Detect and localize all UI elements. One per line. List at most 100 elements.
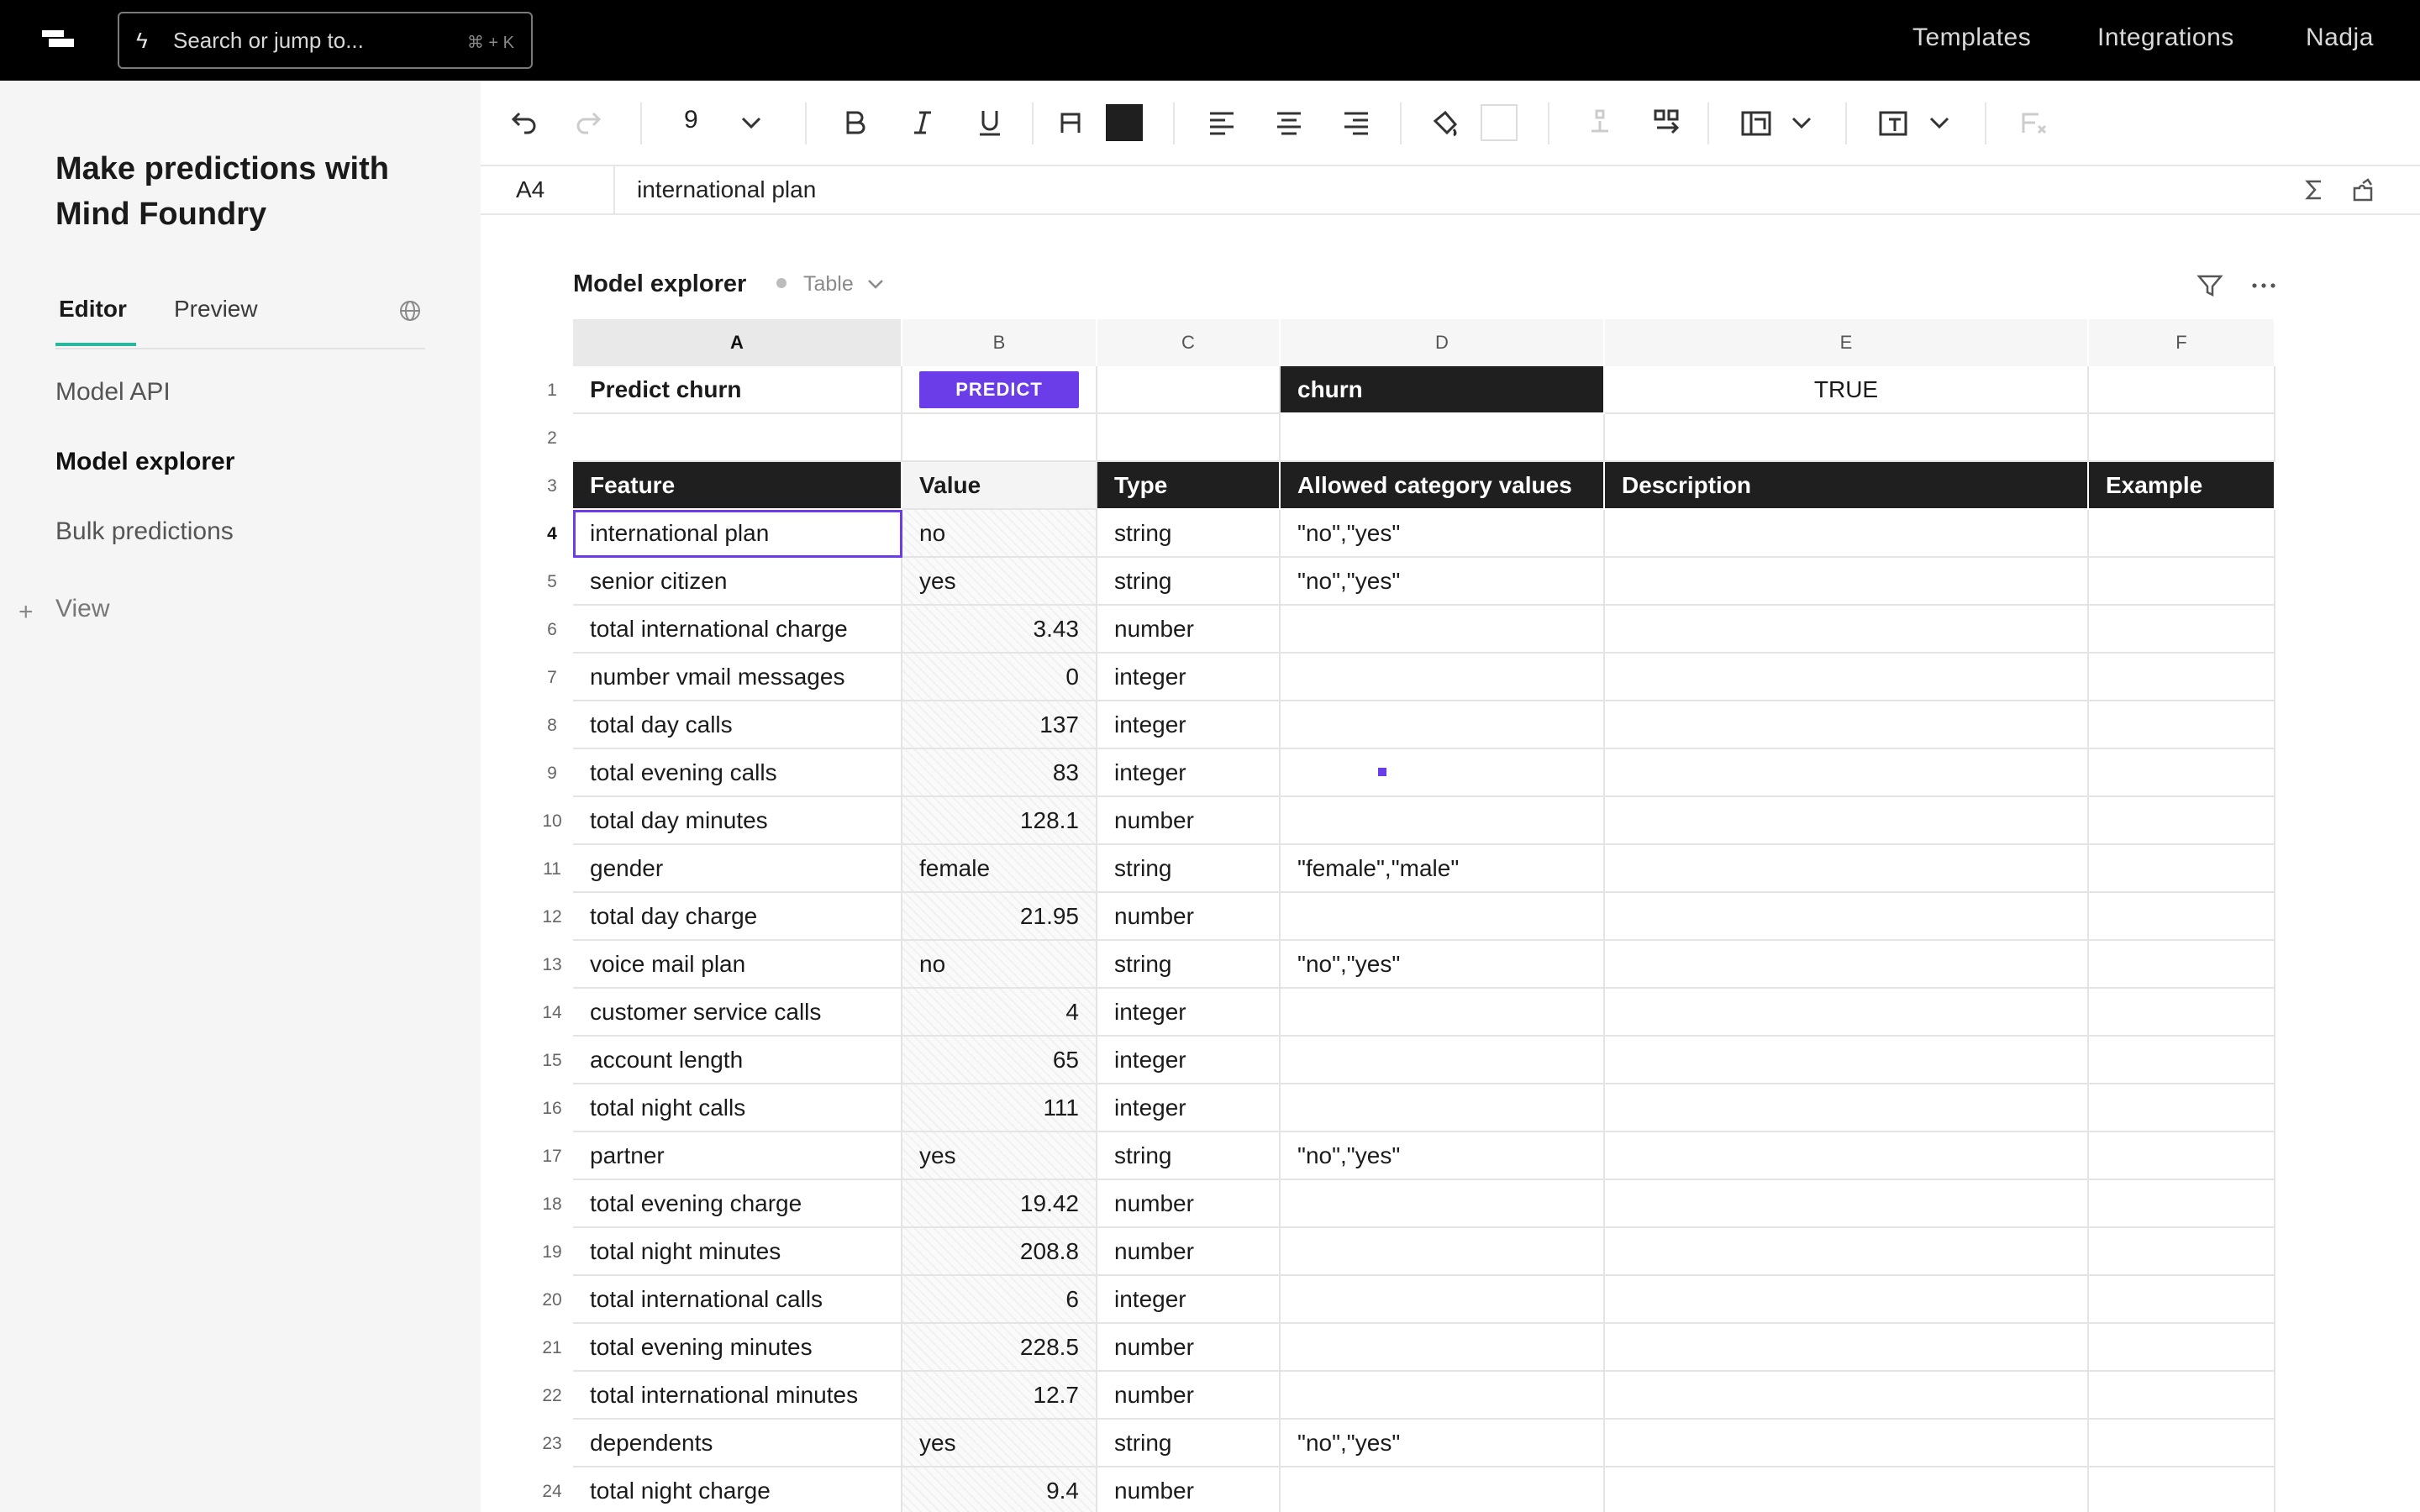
cell-reference[interactable]: A4: [516, 176, 544, 203]
column-header-c[interactable]: C: [1097, 319, 1281, 366]
description-cell[interactable]: [1605, 606, 2089, 654]
description-cell[interactable]: [1605, 1228, 2089, 1276]
allowed-values-cell[interactable]: [1281, 701, 1605, 749]
selection-fill-handle[interactable]: [1376, 766, 1388, 778]
example-cell[interactable]: [2089, 654, 2275, 701]
type-cell[interactable]: number: [1097, 893, 1281, 941]
description-cell[interactable]: [1605, 510, 2089, 558]
sigma-icon[interactable]: [2301, 176, 2328, 203]
feature-cell[interactable]: total international charge: [573, 606, 902, 654]
type-cell[interactable]: string: [1097, 510, 1281, 558]
allowed-values-cell[interactable]: [1281, 989, 1605, 1037]
example-cell[interactable]: [2089, 1372, 2275, 1420]
feature-cell[interactable]: total night calls: [573, 1084, 902, 1132]
type-cell[interactable]: integer: [1097, 749, 1281, 797]
value-cell[interactable]: yes: [902, 1132, 1097, 1180]
align-left-icon[interactable]: [1203, 104, 1240, 141]
type-cell[interactable]: number: [1097, 1228, 1281, 1276]
row-number[interactable]: 11: [531, 845, 573, 893]
description-cell[interactable]: [1605, 1467, 2089, 1512]
description-cell[interactable]: [1605, 1420, 2089, 1467]
example-cell[interactable]: [2089, 606, 2275, 654]
description-cell[interactable]: [1605, 893, 2089, 941]
example-cell[interactable]: [2089, 701, 2275, 749]
align-right-icon[interactable]: [1338, 104, 1375, 141]
description-cell[interactable]: [1605, 797, 2089, 845]
text-color-icon[interactable]: [1052, 104, 1089, 141]
example-cell[interactable]: [2089, 1467, 2275, 1512]
row-number[interactable]: 21: [531, 1324, 573, 1372]
value-cell[interactable]: 137: [902, 701, 1097, 749]
example-cell[interactable]: [2089, 1228, 2275, 1276]
value-cell[interactable]: 6: [902, 1276, 1097, 1324]
row-number[interactable]: 20: [531, 1276, 573, 1324]
feature-cell[interactable]: account length: [573, 1037, 902, 1084]
clear-format-icon[interactable]: [2015, 104, 2052, 141]
table-cell[interactable]: [1097, 366, 1281, 414]
feature-cell[interactable]: partner: [573, 1132, 902, 1180]
allowed-values-cell[interactable]: "no","yes": [1281, 558, 1605, 606]
feature-cell[interactable]: number vmail messages: [573, 654, 902, 701]
allowed-values-cell[interactable]: [1281, 654, 1605, 701]
example-cell[interactable]: [2089, 989, 2275, 1037]
row-number[interactable]: 23: [531, 1420, 573, 1467]
templates-link[interactable]: Templates: [1912, 24, 2031, 52]
value-cell[interactable]: 111: [902, 1084, 1097, 1132]
table-cell[interactable]: [2089, 414, 2275, 462]
user-menu-link[interactable]: Nadja: [2306, 24, 2374, 52]
type-header[interactable]: Type: [1097, 462, 1281, 510]
globe-icon[interactable]: [398, 299, 422, 323]
type-cell[interactable]: integer: [1097, 1276, 1281, 1324]
table-cell[interactable]: [902, 414, 1097, 462]
example-cell[interactable]: [2089, 845, 2275, 893]
feature-cell[interactable]: total evening minutes: [573, 1324, 902, 1372]
description-cell[interactable]: [1605, 1372, 2089, 1420]
example-cell[interactable]: [2089, 1324, 2275, 1372]
example-cell[interactable]: [2089, 558, 2275, 606]
table-cell[interactable]: [573, 414, 902, 462]
column-header-f[interactable]: F: [2089, 319, 2275, 366]
font-size-value[interactable]: 9: [684, 106, 698, 134]
feature-header[interactable]: Feature: [573, 462, 902, 510]
description-cell[interactable]: [1605, 701, 2089, 749]
type-cell[interactable]: string: [1097, 558, 1281, 606]
align-center-icon[interactable]: [1270, 104, 1307, 141]
value-cell[interactable]: 83: [902, 749, 1097, 797]
type-cell[interactable]: integer: [1097, 701, 1281, 749]
description-cell[interactable]: [1605, 989, 2089, 1037]
allowed-values-cell[interactable]: "no","yes": [1281, 1420, 1605, 1467]
feature-cell[interactable]: total night charge: [573, 1467, 902, 1512]
text-wrap-icon[interactable]: [1876, 104, 1912, 141]
value-cell[interactable]: no: [902, 941, 1097, 989]
row-number[interactable]: 22: [531, 1372, 573, 1420]
insert-row-icon[interactable]: [1581, 104, 1618, 141]
feature-cell[interactable]: total night minutes: [573, 1228, 902, 1276]
example-cell[interactable]: [2089, 797, 2275, 845]
column-header-a[interactable]: A: [573, 319, 902, 366]
value-cell[interactable]: 128.1: [902, 797, 1097, 845]
type-cell[interactable]: number: [1097, 1324, 1281, 1372]
example-cell[interactable]: [2089, 893, 2275, 941]
value-cell[interactable]: 12.7: [902, 1372, 1097, 1420]
value-header[interactable]: Value: [902, 462, 1097, 510]
value-cell[interactable]: 228.5: [902, 1324, 1097, 1372]
italic-icon[interactable]: [904, 104, 941, 141]
type-cell[interactable]: integer: [1097, 654, 1281, 701]
feature-cell[interactable]: total day minutes: [573, 797, 902, 845]
row-number[interactable]: 18: [531, 1180, 573, 1228]
value-cell[interactable]: 208.8: [902, 1228, 1097, 1276]
example-cell[interactable]: [2089, 1132, 2275, 1180]
description-cell[interactable]: [1605, 1276, 2089, 1324]
allowed-values-cell[interactable]: [1281, 797, 1605, 845]
description-cell[interactable]: [1605, 1132, 2089, 1180]
view-type-selector[interactable]: Table: [803, 272, 854, 297]
type-cell[interactable]: number: [1097, 606, 1281, 654]
feature-cell[interactable]: total international calls: [573, 1276, 902, 1324]
type-cell[interactable]: string: [1097, 845, 1281, 893]
fill-color-swatch[interactable]: [1481, 104, 1518, 141]
example-header[interactable]: Example: [2089, 462, 2275, 510]
row-number[interactable]: 15: [531, 1037, 573, 1084]
example-cell[interactable]: [2089, 1180, 2275, 1228]
example-cell[interactable]: [2089, 1276, 2275, 1324]
type-cell[interactable]: number: [1097, 1372, 1281, 1420]
